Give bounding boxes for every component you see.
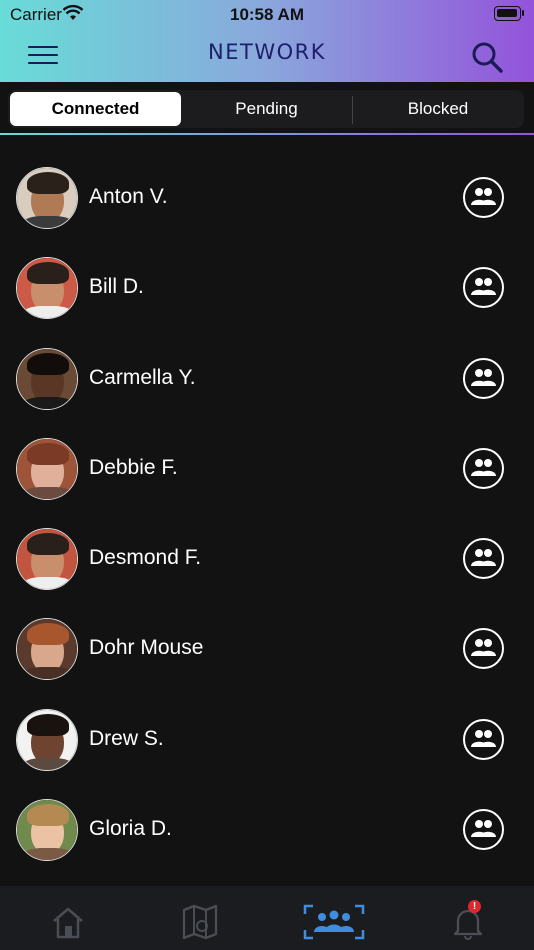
group-icon[interactable] bbox=[463, 718, 504, 760]
list-item[interactable]: Gloria D. bbox=[0, 784, 534, 874]
contact-name: Bill D. bbox=[89, 275, 144, 299]
contact-name: Carmella Y. bbox=[89, 365, 196, 389]
tab-pending[interactable]: Pending bbox=[183, 92, 350, 126]
avatar bbox=[16, 167, 78, 229]
group-icon[interactable] bbox=[463, 809, 504, 851]
tab-connected[interactable]: Connected bbox=[10, 92, 181, 126]
avatar bbox=[16, 257, 78, 320]
network-icon[interactable] bbox=[303, 904, 365, 940]
group-icon[interactable] bbox=[463, 628, 504, 670]
bell-icon[interactable]: ! bbox=[448, 900, 488, 940]
tab-divider bbox=[352, 96, 353, 124]
group-icon[interactable] bbox=[463, 267, 504, 309]
page-title: NETWORK bbox=[208, 40, 326, 64]
list-item[interactable]: Desmond F. bbox=[0, 513, 534, 603]
segmented-control: Connected Pending Blocked bbox=[8, 90, 524, 128]
avatar bbox=[16, 708, 78, 771]
battery-icon bbox=[494, 6, 524, 21]
list-item[interactable]: Debbie F. bbox=[0, 423, 534, 513]
contact-name: Gloria D. bbox=[89, 817, 172, 841]
contact-name: Desmond F. bbox=[89, 546, 202, 570]
list-item[interactable]: Drew S. bbox=[0, 694, 534, 784]
contact-name: Anton V. bbox=[89, 185, 168, 208]
clock: 10:58 AM bbox=[229, 5, 304, 24]
avatar bbox=[16, 799, 78, 862]
group-icon[interactable] bbox=[463, 357, 504, 399]
header-divider bbox=[0, 133, 534, 135]
tab-blocked[interactable]: Blocked bbox=[354, 92, 522, 126]
avatar bbox=[16, 618, 78, 681]
list-item[interactable]: Dohr Mouse bbox=[0, 603, 534, 693]
list-item[interactable]: Anton V. bbox=[0, 152, 534, 242]
group-icon[interactable] bbox=[463, 177, 504, 218]
avatar bbox=[16, 437, 78, 500]
list-item[interactable]: Carmella Y. bbox=[0, 333, 534, 423]
home-icon[interactable] bbox=[48, 904, 88, 940]
contact-list: Anton V. Bill D. Carmella Y. Debbie F. D… bbox=[0, 152, 534, 874]
search-icon[interactable] bbox=[470, 40, 504, 74]
group-icon[interactable] bbox=[463, 447, 504, 489]
notification-badge: ! bbox=[468, 900, 481, 913]
bottom-tab-bar: ! bbox=[0, 886, 534, 950]
contact-name: Dohr Mouse bbox=[89, 636, 204, 660]
contact-name: Drew S. bbox=[89, 726, 164, 750]
status-bar: Carrier 10:58 AM bbox=[0, 0, 534, 28]
app-screen: Carrier 10:58 AM NETWORK Connected Pendi… bbox=[0, 0, 534, 950]
avatar bbox=[16, 347, 78, 410]
list-item[interactable]: Bill D. bbox=[0, 242, 534, 332]
avatar bbox=[16, 528, 78, 591]
map-icon[interactable] bbox=[180, 904, 220, 940]
contact-name: Debbie F. bbox=[89, 455, 178, 479]
group-icon[interactable] bbox=[463, 538, 504, 580]
header: Carrier 10:58 AM NETWORK bbox=[0, 0, 534, 82]
